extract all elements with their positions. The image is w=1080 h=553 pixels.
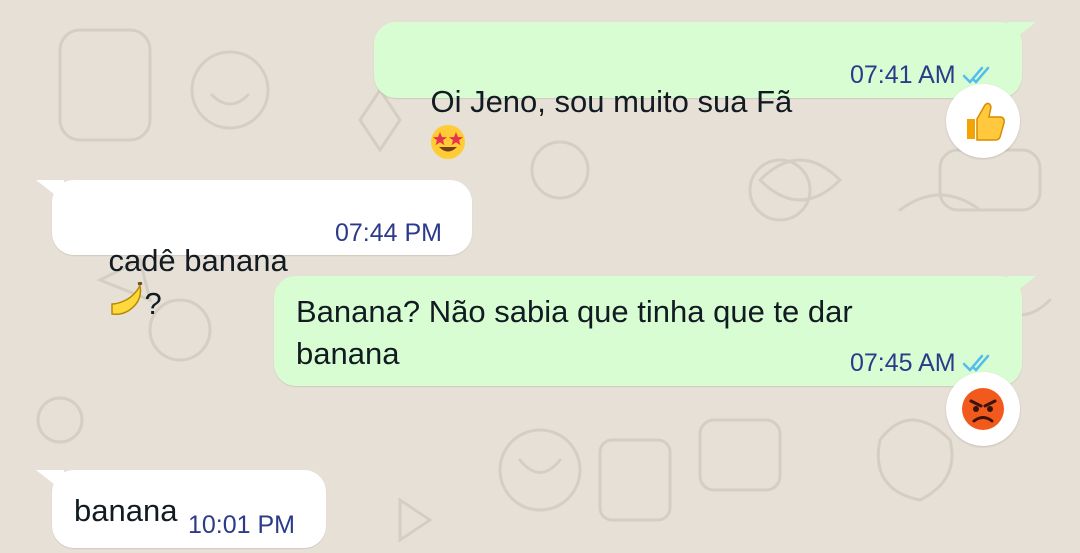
bubble-tail <box>1008 276 1036 298</box>
message-text: cadê banana <box>108 243 288 278</box>
message-time: 07:45 AM <box>850 349 956 377</box>
message-text-line-2: banana <box>296 336 400 371</box>
reaction-angry-face[interactable] <box>946 372 1020 446</box>
message-bubble-incoming[interactable]: banana 10:01 PM <box>36 470 326 548</box>
message-bubble-outgoing[interactable]: Oi Jeno, sou muito sua Fã 07:41 AM <box>374 22 1036 159</box>
thumbs-up-icon <box>967 102 1005 141</box>
message-time: 10:01 PM <box>188 511 296 539</box>
message-suffix: ? <box>144 286 162 321</box>
bubble-tail <box>36 180 64 202</box>
bubble-tail <box>36 470 64 492</box>
message-text: banana <box>74 493 178 528</box>
bubble-tail <box>1008 22 1036 44</box>
message-meta: 10:01 PM <box>188 504 295 546</box>
message-meta: 07:44 PM <box>335 212 442 254</box>
read-ticks-icon <box>962 354 989 372</box>
banana-emoji-icon <box>111 282 143 316</box>
message-text: Oi Jeno, sou muito sua Fã <box>430 84 793 119</box>
star-struck-emoji-icon <box>431 125 466 159</box>
angry-face-icon <box>962 388 1004 430</box>
message-bubble-incoming[interactable]: cadê banana ? 07:44 PM <box>36 180 472 321</box>
read-ticks-icon <box>962 66 989 84</box>
message-time: 07:41 AM <box>850 61 956 89</box>
message-time: 07:44 PM <box>335 219 443 247</box>
reaction-thumbs-up[interactable] <box>946 84 1020 158</box>
message-bubble-outgoing[interactable]: Banana? Não sabia que tinha que te dar b… <box>274 276 1036 386</box>
message-text-line-1: Banana? Não sabia que tinha que te dar <box>296 294 853 329</box>
